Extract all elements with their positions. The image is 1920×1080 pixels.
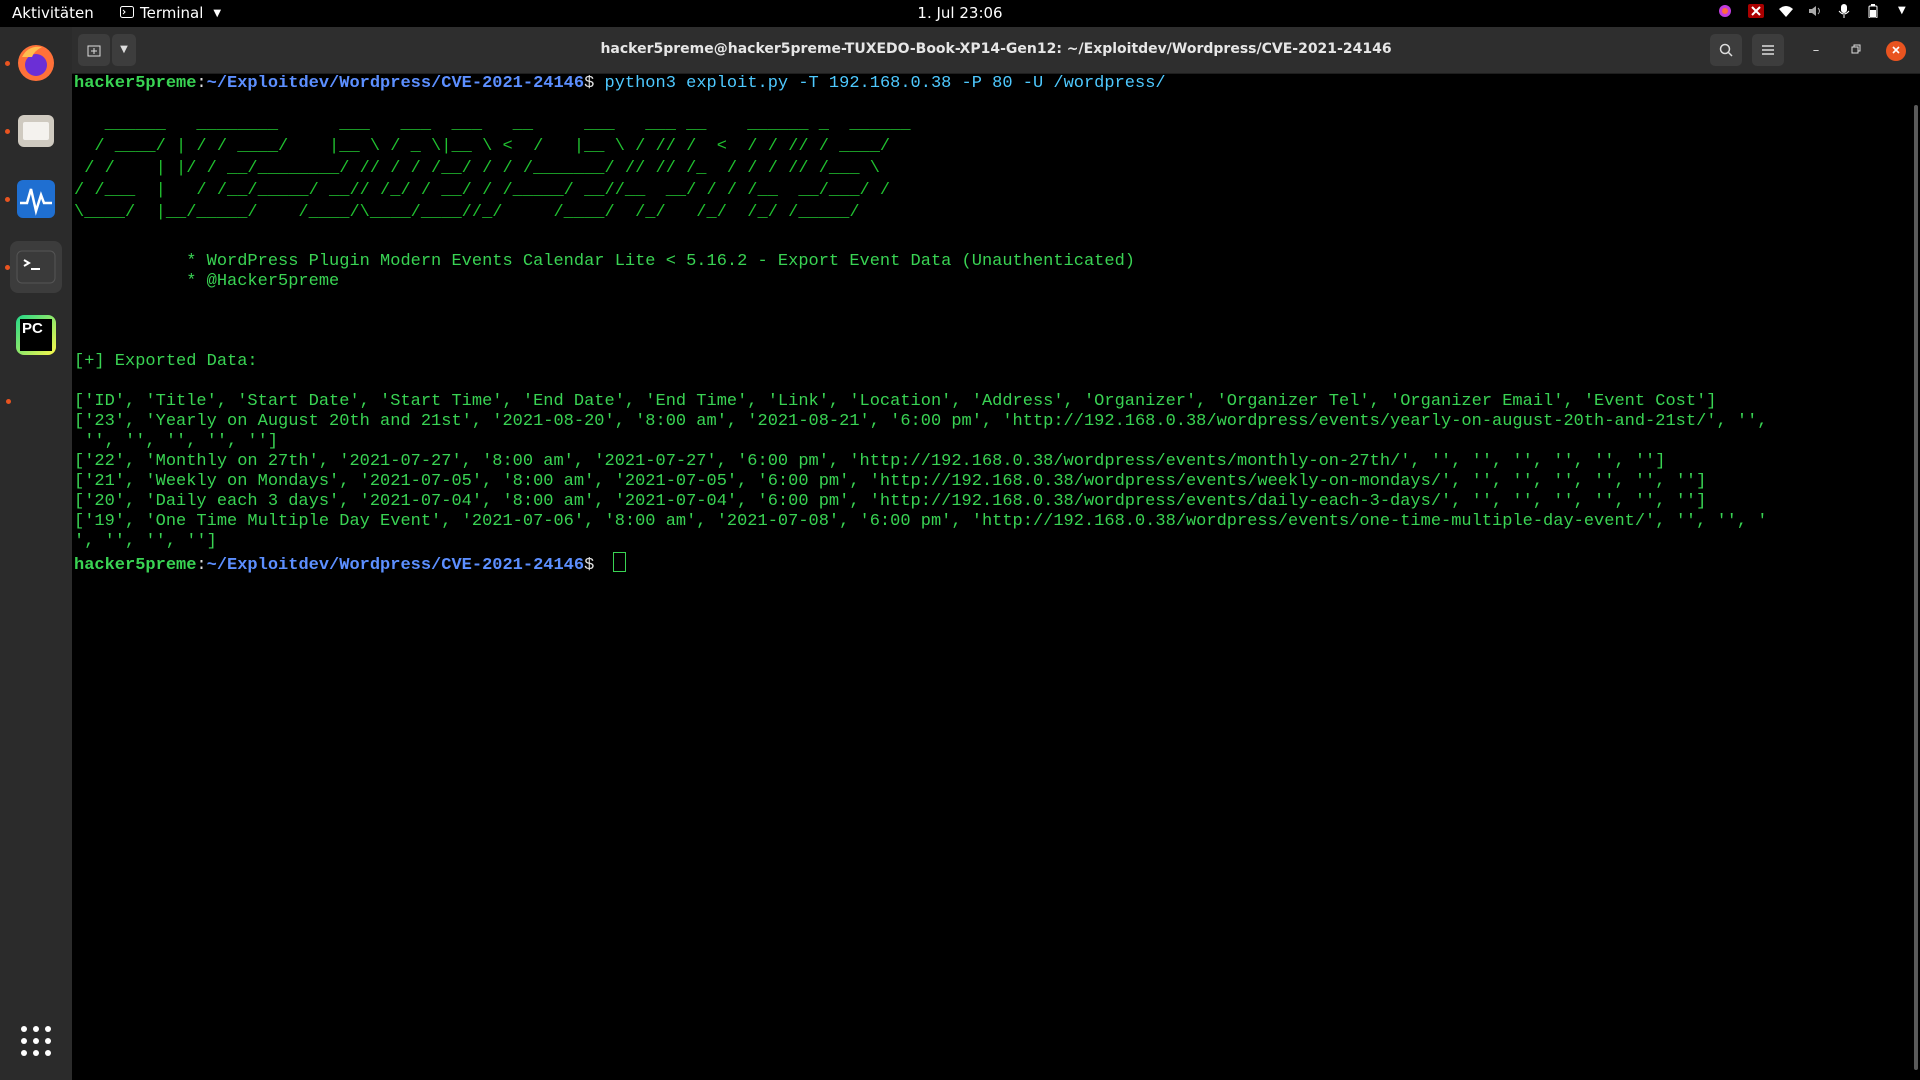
mic-icon[interactable]	[1838, 4, 1852, 18]
prompt-line[interactable]: hacker5preme:~/Exploitdev/Wordpress/CVE-…	[74, 552, 1914, 575]
x-icon[interactable]	[1748, 4, 1764, 18]
prompt-user: hacker5preme	[74, 74, 197, 93]
battery-icon[interactable]	[1868, 4, 1882, 19]
app-menu-label: Terminal	[140, 4, 204, 22]
minimize-icon: –	[1812, 43, 1820, 58]
show-applications-button[interactable]	[10, 1015, 62, 1067]
menu-button[interactable]	[1752, 34, 1784, 66]
prompt-dollar: $	[584, 74, 605, 93]
chevron-down-icon[interactable]: ▼	[1898, 4, 1912, 18]
wifi-icon[interactable]	[1778, 4, 1793, 18]
search-button[interactable]	[1710, 34, 1742, 66]
command-text: python3 exploit.py -T 192.168.0.38 -P 80…	[604, 74, 1166, 93]
prompt-separator: :	[196, 74, 207, 93]
close-icon	[1891, 43, 1901, 58]
maximize-icon	[1851, 43, 1861, 58]
banner-line: / ____/ | / / ____/ |__ \ / _ \|__ \ < /…	[74, 137, 891, 156]
search-icon	[1719, 40, 1733, 59]
running-indicator	[5, 129, 10, 134]
window-title: hacker5preme@hacker5preme-TUXEDO-Book-XP…	[600, 41, 1392, 57]
prompt-path: ~/Exploitdev/Wordpress/CVE-2021-24146	[206, 74, 585, 93]
info-line: * @Hacker5preme	[74, 272, 340, 291]
prompt-separator: :	[196, 556, 207, 575]
command-line: hacker5preme:~/Exploitdev/Wordpress/CVE-…	[74, 74, 1914, 94]
running-indicator	[5, 61, 10, 66]
output-line: '', '', '', '', '']	[74, 432, 279, 451]
terminal-output[interactable]: hacker5preme:~/Exploitdev/Wordpress/CVE-…	[72, 74, 1914, 1080]
prompt-user: hacker5preme	[74, 556, 197, 575]
dock-item-terminal[interactable]	[5, 241, 62, 293]
terminal-icon	[16, 247, 56, 287]
running-indicator	[5, 197, 10, 202]
scrollbar[interactable]	[1914, 105, 1918, 1070]
output-line: ['20', 'Daily each 3 days', '2021-07-04'…	[74, 492, 1707, 511]
running-indicator	[5, 265, 10, 270]
files-icon	[16, 111, 56, 151]
output-line: ['22', 'Monthly on 27th', '2021-07-27', …	[74, 452, 1666, 471]
dock-item-system-monitor[interactable]	[5, 173, 62, 225]
header-bar[interactable]: ▼ hacker5preme@hacker5preme-TUXEDO-Book-…	[72, 27, 1920, 74]
ascii-banner: ______ ________ ___ ___ ___ __ ___ ___ _…	[74, 114, 1914, 224]
banner-line: / /___ | / /__/_____/ __// /_/ / __/ / /…	[74, 181, 911, 200]
terminal-small-icon	[120, 4, 134, 22]
info-line: * WordPress Plugin Modern Events Calenda…	[74, 252, 1135, 271]
output-line: ['21', 'Weekly on Mondays', '2021-07-05'…	[74, 472, 1707, 491]
system-monitor-icon	[16, 179, 56, 219]
maximize-button[interactable]	[1846, 41, 1866, 61]
app-menu[interactable]: Terminal ▼	[120, 4, 221, 22]
clock[interactable]: 1. Jul 23:06	[917, 4, 1002, 22]
close-button[interactable]	[1886, 41, 1906, 61]
app-grid-icon	[16, 1021, 56, 1061]
firefox-icon	[16, 43, 56, 83]
dock: PC	[0, 27, 72, 1080]
text-cursor	[612, 552, 626, 572]
output-line: ['23', 'Yearly on August 20th and 21st',…	[74, 412, 1768, 431]
firefox-private-icon[interactable]	[1718, 4, 1732, 18]
minimize-button[interactable]: –	[1806, 41, 1826, 61]
dock-item-pycharm[interactable]: PC	[10, 309, 62, 361]
banner-line: / / | |/ / __/________/ // / / /__/ / / …	[74, 159, 901, 178]
dock-item-firefox[interactable]	[5, 37, 62, 89]
dock-item-files[interactable]	[5, 105, 62, 157]
activities-button[interactable]: Aktivitäten	[12, 4, 94, 22]
banner-line: ______ ________ ___ ___ ___ __ ___ ___ _…	[74, 115, 911, 134]
hamburger-icon	[1761, 40, 1775, 59]
banner-line: \____/ |__/_____/ /____/\____/____//_/ /…	[74, 203, 891, 222]
exported-data-label: [+] Exported Data:	[74, 352, 258, 371]
terminal-window: ▼ hacker5preme@hacker5preme-TUXEDO-Book-…	[72, 27, 1920, 1080]
caret-down-icon: ▼	[213, 7, 222, 19]
pycharm-icon: PC	[16, 315, 56, 355]
prompt-path: ~/Exploitdev/Wordpress/CVE-2021-24146	[206, 556, 585, 575]
output-line: ['ID', 'Title', 'Start Date', 'Start Tim…	[74, 392, 1717, 411]
volume-icon[interactable]	[1808, 4, 1822, 18]
output-line: ['19', 'One Time Multiple Day Event', '2…	[74, 512, 1768, 531]
top-bar: Aktivitäten Terminal ▼ 1. Jul 23:06 ▼	[0, 0, 1920, 27]
running-indicator	[6, 399, 11, 404]
system-tray[interactable]: ▼	[1718, 4, 1912, 19]
prompt-dollar: $	[584, 556, 605, 575]
output-line: ', '', '', '']	[74, 532, 217, 551]
pycharm-label: PC	[20, 319, 52, 351]
